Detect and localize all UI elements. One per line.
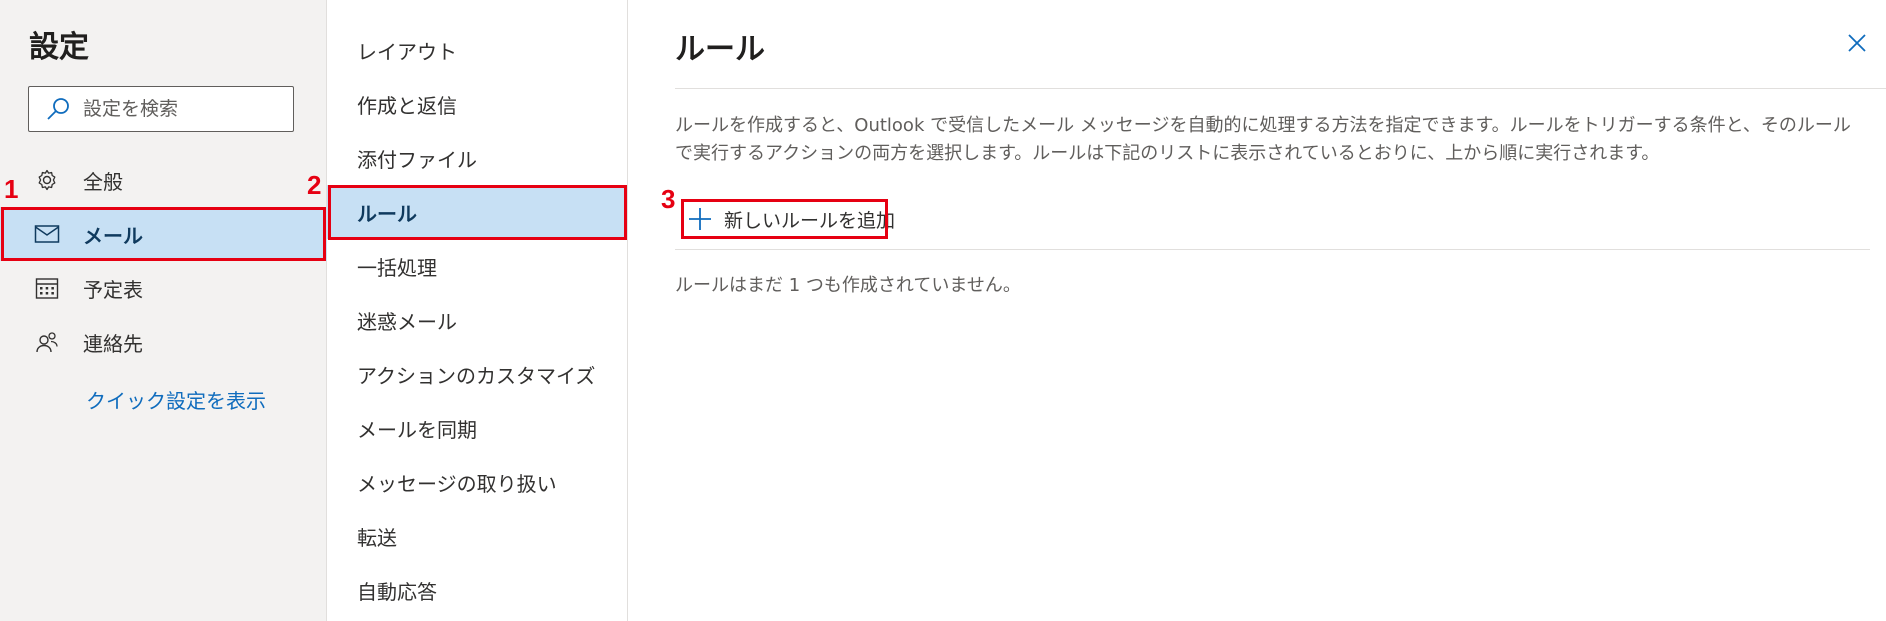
nav-item-label: メール bbox=[83, 223, 143, 248]
settings-search-input[interactable] bbox=[81, 97, 285, 121]
plus-icon bbox=[688, 207, 712, 231]
mail-icon bbox=[33, 220, 61, 248]
gear-icon bbox=[33, 166, 61, 194]
search-icon bbox=[45, 96, 71, 122]
nav-item-people[interactable]: 連絡先 bbox=[0, 315, 327, 369]
mid-item-attachments[interactable]: 添付ファイル bbox=[327, 131, 627, 185]
settings-window: 設定 全般 bbox=[0, 0, 1886, 621]
title-divider bbox=[675, 88, 1886, 89]
rules-title: ルール bbox=[675, 32, 765, 67]
mid-item-forwarding[interactable]: 転送 bbox=[327, 509, 627, 563]
close-button[interactable] bbox=[1844, 30, 1870, 56]
calendar-icon bbox=[33, 274, 61, 302]
nav-item-calendar[interactable]: 予定表 bbox=[0, 261, 327, 315]
mid-item-message-handling[interactable]: メッセージの取り扱い bbox=[327, 455, 627, 509]
nav-item-label: 全般 bbox=[83, 169, 123, 194]
annotation-number-1: 1 bbox=[4, 174, 19, 204]
settings-category-pane: 設定 全般 bbox=[0, 0, 327, 621]
annotation-number-3: 3 bbox=[661, 184, 676, 214]
nav-item-label: 予定表 bbox=[83, 277, 143, 302]
mid-item-rules[interactable]: ルール bbox=[327, 185, 627, 239]
mid-item-sweep[interactable]: 一括処理 bbox=[327, 239, 627, 293]
mid-item-sync-email[interactable]: メールを同期 bbox=[327, 401, 627, 455]
add-new-rule-label: 新しいルールを追加 bbox=[724, 209, 896, 232]
nav-item-general[interactable]: 全般 bbox=[0, 153, 327, 207]
rules-list-divider bbox=[675, 249, 1870, 250]
rules-description: ルールを作成すると、Outlook で受信したメール メッセージを自動的に処理す… bbox=[675, 115, 1851, 164]
people-icon bbox=[33, 328, 61, 356]
nav-item-mail[interactable]: メール bbox=[0, 207, 327, 261]
mid-item-automatic-replies[interactable]: 自動応答 bbox=[327, 563, 627, 617]
mid-item-compose-reply[interactable]: 作成と返信 bbox=[327, 77, 627, 131]
mail-subcategory-pane: レイアウト 作成と返信 添付ファイル ルール 一括処理 迷惑メール アクションの… bbox=[327, 0, 628, 621]
rules-content-pane: ルール ルールを作成すると、Outlook で受信したメール メッセージを自動的… bbox=[628, 0, 1886, 621]
settings-title: 設定 bbox=[29, 30, 89, 65]
settings-search-box[interactable] bbox=[28, 86, 294, 132]
mid-item-layout[interactable]: レイアウト bbox=[327, 23, 627, 77]
mid-item-junk-email[interactable]: 迷惑メール bbox=[327, 293, 627, 347]
quick-settings-link[interactable]: クイック設定を表示 bbox=[86, 385, 266, 414]
mid-item-customize-actions[interactable]: アクションのカスタマイズ bbox=[327, 347, 627, 401]
annotation-number-2: 2 bbox=[307, 170, 322, 200]
close-icon bbox=[1848, 34, 1866, 52]
rules-empty-message: ルールはまだ 1 つも作成されていません。 bbox=[675, 275, 1021, 296]
add-new-rule-button[interactable]: 新しいルールを追加 bbox=[681, 200, 895, 238]
nav-item-label: 連絡先 bbox=[83, 331, 143, 356]
